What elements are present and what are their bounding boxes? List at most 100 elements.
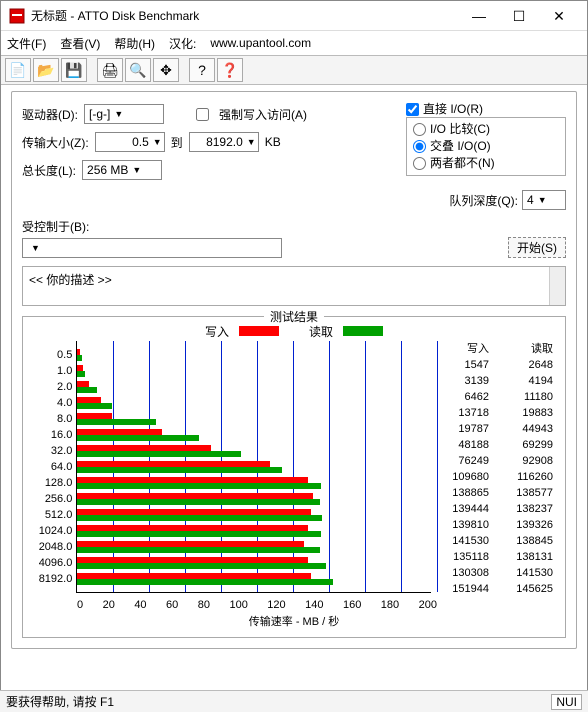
direct-io-label: 直接 I/O(R): [423, 102, 483, 116]
bar-read: [77, 531, 321, 537]
y-tick: 4.0: [29, 395, 72, 411]
x-tick: 60: [166, 599, 178, 611]
drive-select[interactable]: [-g-]▼: [84, 104, 164, 124]
status-nui: NUI: [551, 694, 582, 710]
data-cell: 69299: [495, 437, 559, 453]
xfer-from-select[interactable]: 0.5▼: [95, 132, 165, 152]
data-cell: 139326: [495, 517, 559, 533]
legend-write-label: 写入: [205, 323, 229, 340]
tb-whatsthis[interactable]: ❓: [217, 58, 243, 82]
controlled-select[interactable]: ▼: [22, 238, 282, 258]
drive-label: 驱动器(D):: [22, 106, 78, 123]
data-cell: 92908: [495, 453, 559, 469]
results-title: 测试结果: [264, 308, 324, 325]
xfer-to-select[interactable]: 8192.0▼: [189, 132, 259, 152]
data-cell: 139810: [431, 517, 495, 533]
col-write-header: 写入: [431, 341, 495, 357]
force-write-checkbox[interactable]: [196, 108, 209, 121]
tb-open[interactable]: 📂: [33, 58, 59, 82]
data-cell: 19883: [495, 405, 559, 421]
bar-read: [77, 387, 97, 393]
bar-read: [77, 547, 320, 553]
data-cell: 2648: [495, 357, 559, 373]
x-tick: 120: [267, 599, 285, 611]
y-tick: 0.5: [29, 347, 72, 363]
y-tick: 2.0: [29, 379, 72, 395]
chart-area: [76, 341, 431, 593]
bar-read: [77, 483, 321, 489]
legend-write-swatch: [239, 326, 279, 336]
minimize-button[interactable]: —: [459, 2, 499, 30]
bar-read: [77, 451, 240, 457]
maximize-button[interactable]: ☐: [499, 2, 539, 30]
bar-read: [77, 403, 112, 409]
legend-read-swatch: [343, 326, 383, 336]
x-tick: 40: [134, 599, 146, 611]
menu-view[interactable]: 查看(V): [60, 35, 100, 52]
total-len-select[interactable]: 256 MB▼: [82, 160, 162, 180]
x-tick: 20: [103, 599, 115, 611]
start-button[interactable]: 开始(S): [508, 237, 566, 258]
xfer-to-label: 到: [171, 134, 183, 151]
data-col-write: 写入 1547313964621371819787481887624910968…: [431, 341, 495, 597]
data-cell: 141530: [431, 533, 495, 549]
overlap-io-radio[interactable]: [413, 140, 426, 153]
y-tick: 128.0: [29, 475, 72, 491]
tb-help[interactable]: ?: [189, 58, 215, 82]
y-tick: 8192.0: [29, 571, 72, 587]
app-icon: [9, 8, 25, 24]
y-tick: 512.0: [29, 507, 72, 523]
neither-label: 两者都不(N): [430, 156, 495, 170]
legend-read-label: 读取: [309, 323, 333, 340]
status-help-text: 要获得帮助, 请按 F1: [6, 693, 114, 710]
data-cell: 4194: [495, 373, 559, 389]
x-tick: 0: [77, 599, 83, 611]
localize-url[interactable]: www.upantool.com: [210, 36, 311, 50]
chart-y-labels: 0.51.02.04.08.016.032.064.0128.0256.0512…: [29, 341, 76, 597]
scrollbar[interactable]: [549, 267, 565, 305]
statusbar: 要获得帮助, 请按 F1 NUI: [0, 690, 588, 712]
io-compare-label: I/O 比较(C): [430, 122, 490, 136]
bar-read: [77, 467, 281, 473]
tb-move[interactable]: ✥: [153, 58, 179, 82]
close-button[interactable]: ✕: [539, 2, 579, 30]
queue-depth-select[interactable]: 4▼: [522, 190, 566, 210]
y-tick: 32.0: [29, 443, 72, 459]
bar-read: [77, 435, 199, 441]
io-compare-radio[interactable]: [413, 123, 426, 136]
y-tick: 1024.0: [29, 523, 72, 539]
menubar: 文件(F) 查看(V) 帮助(H) 汉化: www.upantool.com: [1, 31, 587, 55]
chart-x-ticks: 020406080100120140160180200: [77, 599, 437, 611]
data-cell: 19787: [431, 421, 495, 437]
y-tick: 8.0: [29, 411, 72, 427]
window-title: 无标题 - ATTO Disk Benchmark: [31, 7, 459, 24]
bar-read: [77, 563, 326, 569]
x-tick: 160: [343, 599, 361, 611]
bar-read: [77, 371, 84, 377]
toolbar: 📄 📂 💾 🖨 🔍 ✥ ? ❓: [1, 55, 587, 85]
direct-io-checkbox[interactable]: [406, 103, 419, 116]
x-tick: 200: [419, 599, 437, 611]
menu-help[interactable]: 帮助(H): [114, 35, 155, 52]
description-box[interactable]: << 你的描述 >>: [22, 266, 566, 306]
data-cell: 139444: [431, 501, 495, 517]
tb-new[interactable]: 📄: [5, 58, 31, 82]
tb-print[interactable]: 🖨: [97, 58, 123, 82]
force-write-label: 强制写入访问(A): [219, 106, 307, 123]
data-cell: 44943: [495, 421, 559, 437]
data-cell: 138865: [431, 485, 495, 501]
data-cell: 48188: [431, 437, 495, 453]
y-tick: 2048.0: [29, 539, 72, 555]
tb-save[interactable]: 💾: [61, 58, 87, 82]
overlap-io-label: 交叠 I/O(O): [430, 139, 491, 153]
menu-file[interactable]: 文件(F): [7, 35, 46, 52]
data-cell: 13718: [431, 405, 495, 421]
x-tick: 100: [229, 599, 247, 611]
queue-depth-label: 队列深度(Q):: [449, 192, 518, 209]
xfer-unit: KB: [265, 135, 281, 149]
data-cell: 109680: [431, 469, 495, 485]
tb-preview[interactable]: 🔍: [125, 58, 151, 82]
data-cell: 116260: [495, 469, 559, 485]
titlebar: 无标题 - ATTO Disk Benchmark — ☐ ✕: [1, 1, 587, 31]
neither-radio[interactable]: [413, 157, 426, 170]
